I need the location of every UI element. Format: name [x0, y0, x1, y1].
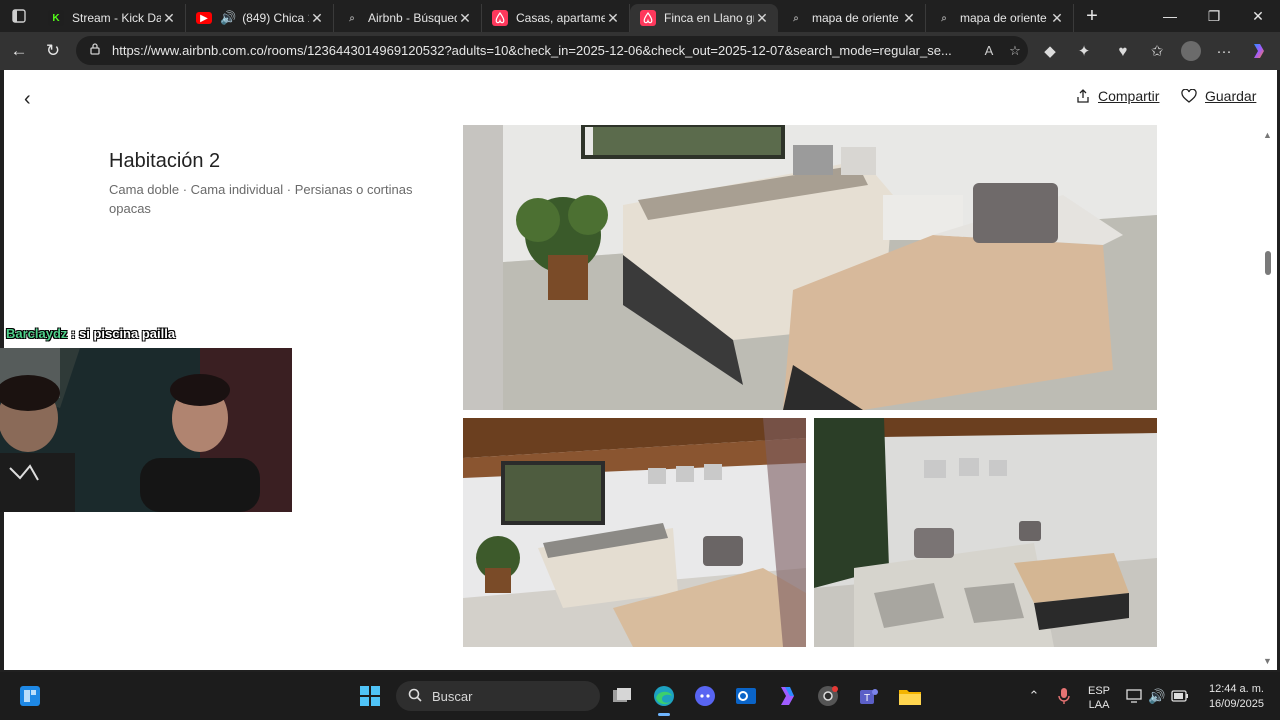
close-tab-icon[interactable]: ✕: [309, 10, 325, 27]
extension-diamond-icon[interactable]: ◆: [1033, 36, 1067, 66]
search-placeholder: Buscar: [432, 688, 473, 704]
refresh-icon[interactable]: ↻: [36, 34, 70, 68]
chevron-up-icon[interactable]: ⌃: [1022, 684, 1046, 708]
tab-title: Casas, apartament: [516, 11, 605, 25]
room-title: Habitación 2: [109, 150, 221, 172]
profile-avatar-icon[interactable]: [1174, 36, 1208, 66]
share-label: Compartir: [1098, 88, 1160, 104]
microphone-icon[interactable]: [1052, 684, 1076, 708]
widgets-icon[interactable]: [18, 684, 42, 708]
favorites-icon[interactable]: ✩: [1140, 36, 1174, 66]
network-icon[interactable]: [1122, 684, 1146, 708]
browser-tab-mapa-1[interactable]: ⌕ mapa de oriente a ✕: [778, 4, 926, 32]
language-code: ESP: [1088, 685, 1111, 697]
url-text: https://www.airbnb.com.co/rooms/12364430…: [112, 43, 952, 58]
airbnb-logo-icon: [640, 10, 656, 26]
browser-essentials-icon[interactable]: ♥: [1106, 36, 1140, 66]
edge-browser-icon[interactable]: [652, 684, 676, 716]
search-icon: [408, 688, 422, 705]
task-view-icon[interactable]: [610, 684, 634, 708]
close-tab-icon[interactable]: ✕: [161, 10, 177, 27]
chat-text: : si piscina pailla: [67, 326, 176, 341]
back-arrow-icon[interactable]: ←: [2, 34, 36, 68]
save-label: Guardar: [1205, 88, 1257, 104]
file-explorer-icon[interactable]: [898, 684, 922, 708]
tab-title: Airbnb - Búsqued: [368, 11, 457, 25]
more-menu-icon[interactable]: ···: [1207, 36, 1241, 66]
stream-chat-message: Barclaydz : si piscina pailla: [6, 326, 175, 341]
close-tab-icon[interactable]: ✕: [457, 10, 473, 27]
clock-time: 12:44 a. m.: [1208, 683, 1264, 695]
copilot-app-icon[interactable]: [775, 684, 799, 708]
system-clock[interactable]: 12:44 a. m. 16/09/2025: [1209, 682, 1264, 712]
address-bar[interactable]: https://www.airbnb.com.co/rooms/12364430…: [76, 36, 1028, 65]
scroll-up-arrow-icon[interactable]: ▲: [1263, 130, 1272, 140]
close-tab-icon[interactable]: ✕: [605, 10, 621, 27]
tab-title: mapa de oriente a: [812, 11, 901, 25]
discord-icon[interactable]: [693, 684, 717, 708]
page-scrollbar[interactable]: ▲ ▼: [1261, 130, 1273, 670]
close-tab-icon[interactable]: ✕: [901, 10, 917, 27]
browser-tab-airbnb-search[interactable]: ⌕ Airbnb - Búsqued ✕: [334, 4, 482, 32]
restore-icon[interactable]: ❐: [1192, 0, 1236, 32]
browser-tab-finca-active[interactable]: Finca en Llano gra ✕: [630, 4, 778, 32]
tab-title: Stream - Kick Dash: [72, 11, 161, 25]
close-tab-icon[interactable]: ✕: [754, 10, 770, 27]
heart-icon: [1181, 89, 1197, 103]
clock-date: 16/09/2025: [1208, 698, 1264, 710]
room-description: Cama doble · Cama individual · Persianas…: [109, 182, 413, 216]
room-photo-secondary-1[interactable]: [463, 418, 806, 647]
window-controls: — ❐ ✕: [1148, 0, 1280, 32]
tab-title: (849) Chica 1: [242, 11, 309, 25]
browser-tab-kick[interactable]: K Stream - Kick Dash ✕: [38, 4, 186, 32]
search-logo-icon: ⌕: [793, 12, 799, 24]
close-tab-icon[interactable]: ✕: [1049, 10, 1065, 27]
webcam-overlay: [0, 348, 292, 512]
room-photo-secondary-2[interactable]: [814, 418, 1157, 647]
close-window-icon[interactable]: ✕: [1236, 0, 1280, 32]
teams-icon[interactable]: T: [857, 684, 881, 708]
share-icon: [1077, 89, 1089, 103]
browser-toolbar: ← ↻ https://www.airbnb.com.co/rooms/1236…: [0, 32, 1280, 70]
chrome-icon[interactable]: [816, 684, 840, 708]
scroll-down-arrow-icon[interactable]: ▼: [1263, 656, 1272, 666]
keyboard-layout: LAA: [1088, 699, 1110, 711]
taskbar-search[interactable]: Buscar: [396, 681, 600, 711]
search-logo-icon: ⌕: [941, 12, 947, 24]
browser-tab-mapa-2[interactable]: ⌕ mapa de oriente a ✕: [926, 4, 1074, 32]
save-button[interactable]: Guardar: [1181, 88, 1256, 104]
scroll-thumb[interactable]: [1265, 251, 1271, 275]
volume-icon[interactable]: 🔊: [1145, 684, 1169, 708]
search-logo-icon: ⌕: [349, 12, 355, 24]
svg-text:T: T: [864, 693, 870, 704]
tab-title: Finca en Llano gra: [664, 11, 754, 25]
read-aloud-icon[interactable]: A: [976, 43, 1002, 58]
language-indicator[interactable]: ESP LAA: [1088, 684, 1110, 712]
windows-taskbar: Buscar T ⌃ ESP LAA 🔊 12:44 a. m. 16/09/2…: [0, 672, 1280, 720]
browser-tab-youtube[interactable]: ▶ 🔊 (849) Chica 1 ✕: [186, 4, 334, 32]
browser-tab-casas[interactable]: Casas, apartament ✕: [482, 4, 630, 32]
kick-logo-icon: K: [48, 10, 64, 26]
chat-username: Barclaydz: [6, 326, 68, 341]
outlook-icon[interactable]: [734, 684, 758, 708]
speaker-icon[interactable]: 🔊: [220, 10, 236, 26]
windows-start-icon[interactable]: [358, 684, 382, 708]
youtube-logo-icon: ▶: [196, 12, 212, 24]
tab-title: mapa de oriente a: [960, 11, 1049, 25]
room-photo-main[interactable]: [463, 125, 1157, 410]
copilot-icon[interactable]: [1242, 36, 1276, 66]
new-tab-button[interactable]: +: [1074, 5, 1110, 28]
battery-icon[interactable]: [1168, 684, 1192, 708]
airbnb-logo-icon: [492, 10, 508, 26]
back-chevron-icon[interactable]: ‹: [24, 88, 31, 111]
site-info-icon[interactable]: [88, 42, 102, 59]
extensions-puzzle-icon[interactable]: ✦: [1067, 36, 1101, 66]
share-button[interactable]: Compartir: [1076, 88, 1159, 104]
tab-actions-icon[interactable]: [0, 0, 38, 32]
minimize-icon[interactable]: —: [1148, 0, 1192, 32]
browser-tab-strip: K Stream - Kick Dash ✕ ▶ 🔊 (849) Chica 1…: [0, 0, 1280, 32]
favorite-star-icon[interactable]: ☆: [1002, 43, 1028, 59]
